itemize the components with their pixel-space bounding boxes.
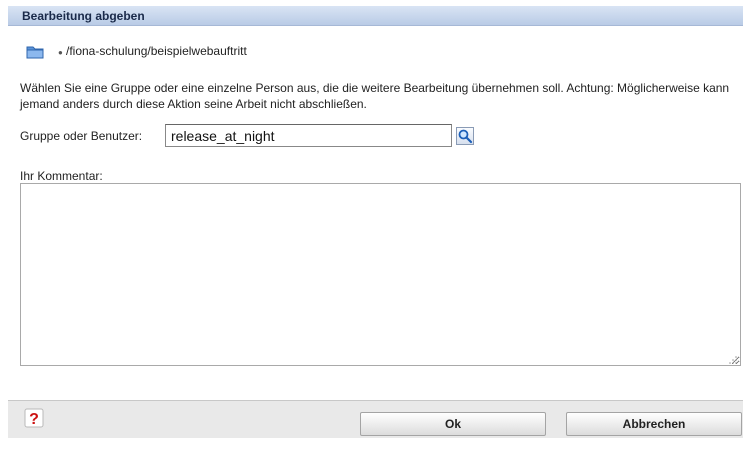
dialog-footer: ? Ok Abbrechen bbox=[8, 400, 743, 438]
search-user-button[interactable] bbox=[456, 127, 474, 145]
comment-textarea[interactable] bbox=[20, 183, 741, 366]
folder-icon bbox=[26, 45, 44, 59]
hand-off-dialog: Bearbeitung abgeben ● /fiona-schulung/be… bbox=[0, 0, 752, 450]
user-input[interactable] bbox=[165, 124, 452, 147]
user-field-row: Gruppe oder Benutzer: bbox=[20, 124, 490, 148]
bullet-icon: ● bbox=[58, 48, 63, 57]
cancel-button[interactable]: Abbrechen bbox=[566, 412, 742, 436]
comment-label: Ihr Kommentar: bbox=[20, 169, 103, 183]
svg-text:?: ? bbox=[29, 411, 39, 428]
resize-grip-icon[interactable] bbox=[728, 354, 738, 364]
help-icon: ? bbox=[24, 408, 44, 431]
search-icon bbox=[457, 128, 473, 144]
user-field-label: Gruppe oder Benutzer: bbox=[20, 129, 143, 143]
help-button[interactable]: ? bbox=[24, 408, 44, 428]
object-path: /fiona-schulung/beispielwebauftritt bbox=[66, 44, 247, 58]
dialog-title: Bearbeitung abgeben bbox=[22, 9, 145, 23]
dialog-titlebar: Bearbeitung abgeben bbox=[8, 6, 743, 26]
dialog-description: Wählen Sie eine Gruppe oder eine einzeln… bbox=[20, 81, 730, 111]
ok-button[interactable]: Ok bbox=[360, 412, 546, 436]
